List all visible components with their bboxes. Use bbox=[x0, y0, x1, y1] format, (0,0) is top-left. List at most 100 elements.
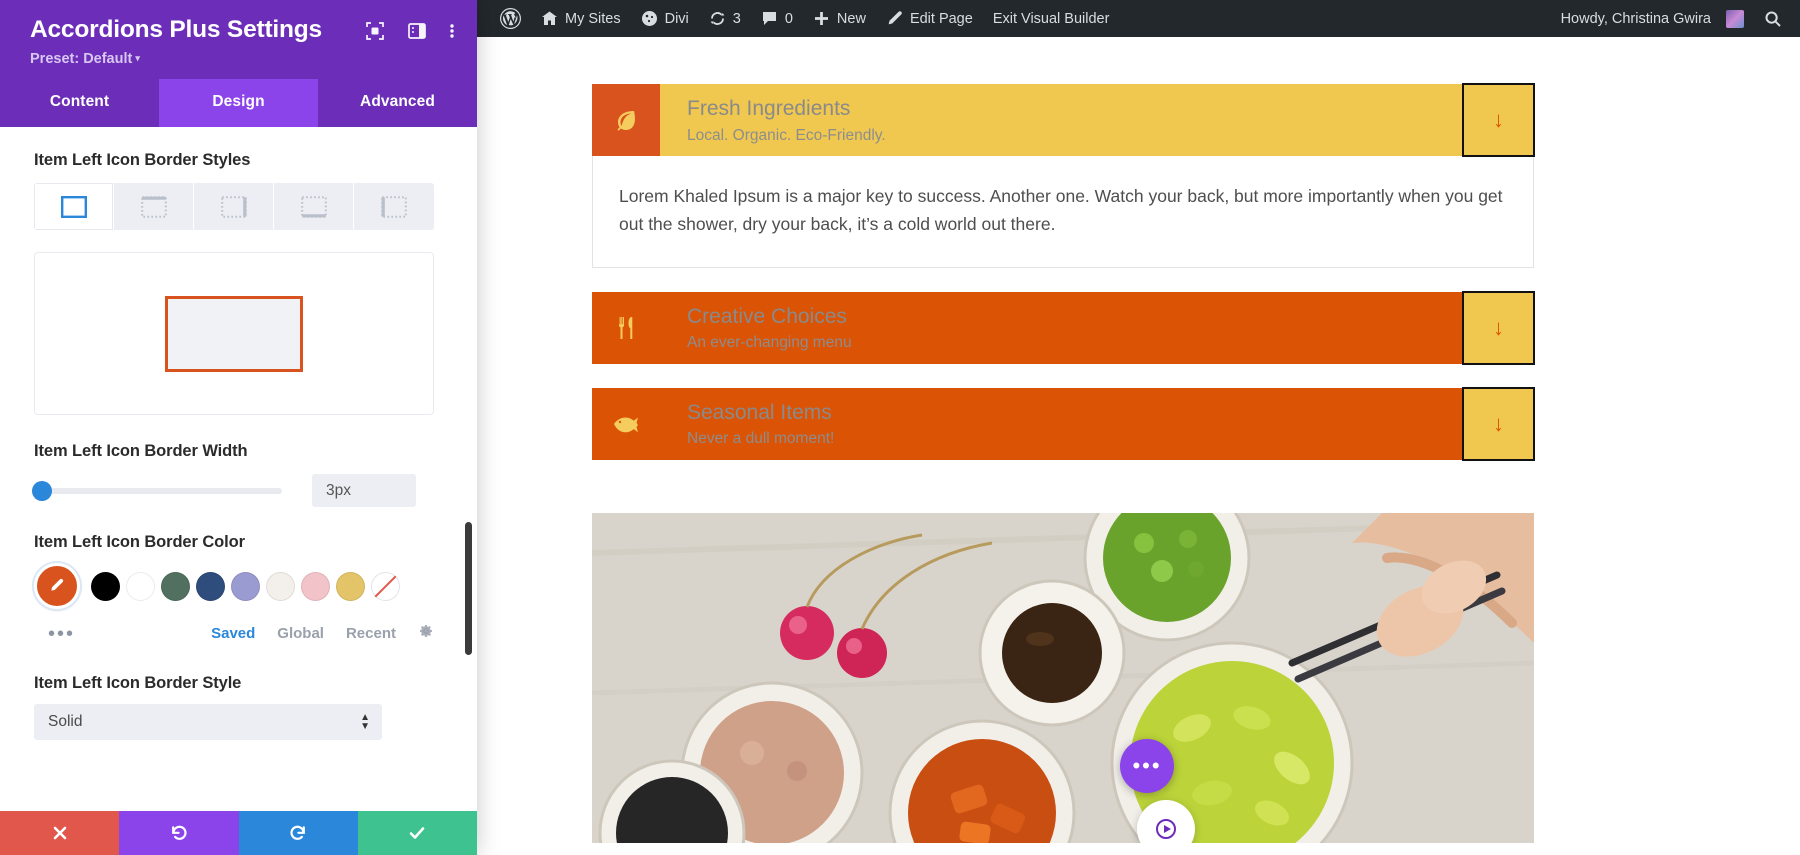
border-width-input[interactable]: 3px bbox=[312, 474, 416, 508]
swatch-black[interactable] bbox=[91, 571, 120, 601]
border-width-slider[interactable] bbox=[32, 480, 282, 501]
tab-advanced[interactable]: Advanced bbox=[318, 79, 477, 127]
border-style-left-side[interactable] bbox=[354, 183, 434, 231]
swatch-white[interactable] bbox=[126, 571, 155, 601]
preset-selector[interactable]: Preset: Default ▾ bbox=[30, 51, 455, 67]
adminbar-comments[interactable]: 0 bbox=[751, 0, 803, 37]
border-style-right-side[interactable] bbox=[194, 183, 274, 231]
swatch-tab-global[interactable]: Global bbox=[277, 625, 324, 642]
accordion-header[interactable]: Seasonal Items Never a dull moment! ↓ bbox=[592, 386, 1535, 461]
adminbar-my-sites[interactable]: My Sites bbox=[531, 0, 631, 37]
tab-content[interactable]: Content bbox=[0, 79, 159, 127]
chevron-down-icon: ▾ bbox=[135, 53, 140, 64]
border-style-selected-value: Solid bbox=[48, 713, 83, 731]
gear-icon[interactable] bbox=[418, 623, 434, 644]
swatch-tab-recent[interactable]: Recent bbox=[346, 625, 396, 642]
utensils-icon bbox=[592, 292, 660, 364]
accordion-toggle-icon[interactable]: ↓ bbox=[1462, 386, 1535, 461]
wp-admin-bar: My Sites Divi 3 0 New Edit Page Exit Vis… bbox=[477, 0, 1800, 37]
wordpress-logo-icon[interactable] bbox=[490, 0, 531, 37]
adminbar-updates-count: 3 bbox=[732, 10, 741, 27]
swatch-transparent[interactable] bbox=[371, 571, 400, 601]
swatch-periwinkle[interactable] bbox=[231, 571, 260, 601]
discard-button[interactable] bbox=[0, 811, 120, 855]
accordion-subtitle: Local. Organic. Eco-Friendly. bbox=[687, 126, 886, 144]
border-style-all-sides[interactable] bbox=[34, 183, 114, 231]
settings-panel: Accordions Plus Settings Preset: Default… bbox=[0, 0, 477, 855]
adminbar-exit-visual-builder-label: Exit Visual Builder bbox=[992, 10, 1110, 27]
slider-thumb[interactable] bbox=[32, 480, 52, 501]
accordion-subtitle: Never a dull moment! bbox=[687, 430, 835, 448]
adminbar-divi-label: Divi bbox=[664, 10, 689, 27]
accordion-header[interactable]: Fresh Ingredients Local. Organic. Eco-Fr… bbox=[592, 83, 1535, 157]
border-color-label: Item Left Icon Border Color bbox=[34, 533, 245, 552]
search-icon[interactable] bbox=[1754, 0, 1792, 37]
color-swatch-row bbox=[34, 563, 443, 610]
border-preview-box bbox=[165, 295, 303, 372]
accordion-title: Creative Choices bbox=[687, 305, 847, 329]
color-picker-button[interactable] bbox=[34, 563, 80, 610]
save-button[interactable] bbox=[357, 811, 477, 855]
accordion-toggle-icon[interactable]: ↓ bbox=[1462, 83, 1535, 157]
swatch-tab-saved[interactable]: Saved bbox=[211, 625, 255, 642]
border-width-control: 3px bbox=[32, 474, 443, 508]
panel-body: Item Left Icon Border Styles Item Left I… bbox=[0, 127, 477, 811]
panel-tabs: Content Design Advanced bbox=[0, 79, 477, 128]
page-settings-fab[interactable]: ••• bbox=[1120, 738, 1174, 793]
border-style-select[interactable]: Solid ▲ ▼ bbox=[34, 704, 382, 741]
accordion-subtitle: An ever-changing menu bbox=[687, 334, 852, 352]
adminbar-new[interactable]: New bbox=[803, 0, 876, 37]
adminbar-edit-page-label: Edit Page bbox=[909, 10, 973, 27]
accordion-body: Lorem Khaled Ipsum is a major key to suc… bbox=[592, 156, 1534, 268]
adminbar-howdy-label: Howdy, Christina Gwira bbox=[1560, 10, 1711, 27]
border-style-bottom-side[interactable] bbox=[274, 183, 354, 231]
swatch-pink[interactable] bbox=[301, 571, 330, 601]
accordion-module: Fresh Ingredients Local. Organic. Eco-Fr… bbox=[592, 83, 1535, 461]
swatch-offwhite[interactable] bbox=[266, 571, 295, 601]
undo-button[interactable] bbox=[119, 811, 239, 855]
select-arrows-icon: ▲ ▼ bbox=[360, 712, 370, 733]
accordion-item: Fresh Ingredients Local. Organic. Eco-Fr… bbox=[592, 83, 1535, 268]
food-photo: ••• bbox=[592, 512, 1534, 843]
page-canvas: Fresh Ingredients Local. Organic. Eco-Fr… bbox=[477, 37, 1800, 855]
food-photo-image bbox=[592, 512, 1534, 843]
redo-button[interactable] bbox=[238, 811, 358, 855]
accordion-item: Creative Choices An ever-changing menu ↓ bbox=[592, 290, 1535, 365]
fish-icon bbox=[592, 388, 660, 460]
adminbar-edit-page[interactable]: Edit Page bbox=[876, 0, 983, 37]
adminbar-new-label: New bbox=[836, 10, 866, 27]
border-style-label: Item Left Icon Border Style bbox=[34, 674, 242, 693]
more-vertical-icon[interactable] bbox=[449, 21, 455, 41]
swatch-green[interactable] bbox=[161, 571, 190, 601]
border-styles-selector bbox=[34, 183, 434, 231]
main-area: My Sites Divi 3 0 New Edit Page Exit Vis… bbox=[477, 0, 1800, 855]
avatar bbox=[1726, 9, 1744, 28]
adminbar-divi[interactable]: Divi bbox=[631, 0, 699, 37]
page-title: Accordions Plus Settings bbox=[30, 16, 322, 43]
adminbar-exit-visual-builder[interactable]: Exit Visual Builder bbox=[983, 0, 1120, 37]
adminbar-updates[interactable]: 3 bbox=[699, 0, 751, 37]
border-width-label: Item Left Icon Border Width bbox=[34, 442, 248, 461]
adminbar-account[interactable]: Howdy, Christina Gwira bbox=[1551, 0, 1754, 37]
panel-layout-icon[interactable] bbox=[407, 21, 427, 41]
panel-scrollbar[interactable] bbox=[465, 522, 472, 656]
accordion-header[interactable]: Creative Choices An ever-changing menu ↓ bbox=[592, 290, 1535, 365]
border-styles-label: Item Left Icon Border Styles bbox=[34, 151, 251, 170]
accordion-title: Seasonal Items bbox=[687, 401, 832, 425]
border-style-top-side[interactable] bbox=[114, 183, 194, 231]
settings-panel-header: Accordions Plus Settings Preset: Default… bbox=[0, 0, 477, 80]
swatch-meta-row: ••• Saved Global Recent bbox=[34, 623, 434, 644]
swatch-navy[interactable] bbox=[196, 571, 225, 601]
preset-label: Preset: Default bbox=[30, 51, 133, 68]
border-preview-card bbox=[34, 252, 434, 416]
focus-target-icon[interactable] bbox=[365, 21, 385, 41]
accordion-title: Fresh Ingredients bbox=[687, 97, 851, 121]
tab-design[interactable]: Design bbox=[159, 79, 318, 128]
leaf-icon bbox=[592, 84, 660, 156]
screen-root: Accordions Plus Settings Preset: Default… bbox=[0, 0, 1800, 855]
swatch-gold[interactable] bbox=[336, 571, 365, 601]
adminbar-comments-count: 0 bbox=[784, 10, 793, 27]
accordion-toggle-icon[interactable]: ↓ bbox=[1462, 290, 1535, 365]
panel-action-bar bbox=[0, 811, 477, 855]
swatch-more-button[interactable]: ••• bbox=[34, 624, 75, 644]
